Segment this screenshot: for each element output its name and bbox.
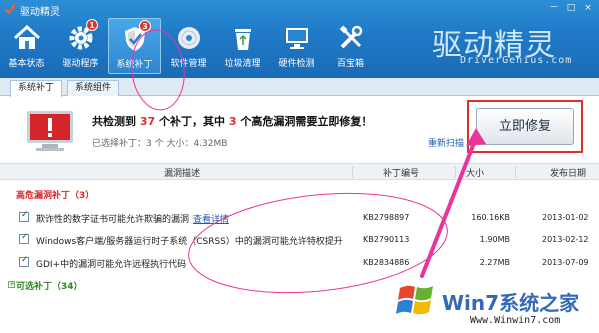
toolbar-item-toolbox[interactable]: 百宝箱	[324, 18, 377, 74]
maximize-button[interactable]: □	[564, 2, 578, 14]
toolbar-item-cleanup[interactable]: 垃圾清理	[216, 18, 269, 74]
row-checkbox[interactable]	[19, 210, 29, 222]
table-row[interactable]: Windows客户端/服务器运行时子系统（CSRSS）中的漏洞可能允许特权提升 …	[0, 229, 599, 251]
row-kb: KB2834886	[363, 258, 410, 267]
column-header-kb[interactable]: 补丁编号	[383, 166, 419, 179]
tab-system-components[interactable]: 系统组件	[67, 80, 120, 96]
row-date: 2013-01-02	[542, 213, 589, 222]
row-checkbox[interactable]	[19, 255, 29, 267]
tab-system-patch[interactable]: 系统补丁	[10, 80, 63, 97]
table-row[interactable]: GDI+中的漏洞可能允许远程执行代码 KB2834886 2.27MB 2013…	[0, 252, 599, 274]
column-divider	[455, 166, 456, 178]
table-header: 漏洞描述 补丁编号 大小 发布日期	[0, 163, 599, 180]
main-toolbar: 基本状态 1 驱动程序 3 系统补丁 软件管理 垃圾清理 硬件检测 百宝箱	[0, 18, 378, 76]
brand-site: DriverGenius.com	[460, 55, 573, 66]
tools-icon	[339, 25, 362, 49]
patch-count: 37	[139, 115, 156, 128]
row-date: 2013-02-12	[542, 235, 589, 244]
warning-monitor-icon	[27, 111, 73, 151]
disc-icon	[177, 27, 200, 49]
toolbar-label: 驱动程序	[62, 59, 99, 69]
row-kb: KB2798897	[363, 213, 410, 222]
fix-now-button[interactable]: 立即修复	[476, 108, 574, 145]
watermark-url: Www.Winwin7.com	[470, 315, 561, 326]
toolbar-label: 基本状态	[8, 59, 45, 69]
row-checkbox[interactable]	[19, 232, 29, 244]
recycle-bin-icon	[234, 29, 251, 50]
description-text: 欺诈性的数字证书可能允许欺骗的漏洞	[36, 215, 190, 225]
toolbar-label: 垃圾清理	[224, 59, 261, 69]
column-divider	[515, 166, 516, 178]
brand-logo: 驱动精灵 DriverGenius.com	[430, 20, 590, 72]
selected-info: 已选择补丁：3 个 大小：4.32MB	[92, 139, 228, 149]
toolbar-label: 软件管理	[170, 59, 207, 69]
column-header-date[interactable]: 发布日期	[550, 166, 586, 179]
window-controls: － □ ×	[547, 2, 595, 14]
home-icon	[13, 24, 40, 49]
toolbar-item-system-patch[interactable]: 3 系统补丁	[108, 18, 161, 74]
notification-badge: 3	[139, 20, 151, 32]
row-description: Windows客户端/服务器运行时子系统（CSRSS）中的漏洞可能允许特权提升	[36, 237, 343, 247]
close-button[interactable]: ×	[581, 2, 595, 14]
row-date: 2013-07-09	[542, 258, 589, 267]
minimize-button[interactable]: －	[547, 2, 561, 14]
expand-icon[interactable]: +	[8, 281, 15, 288]
toolbar-item-drivers[interactable]: 1 驱动程序	[54, 18, 107, 74]
notification-badge: 1	[86, 19, 98, 31]
row-description: 欺诈性的数字证书可能允许欺骗的漏洞 查看详情	[36, 212, 229, 225]
watermark-text: Win7系统之家	[442, 291, 580, 315]
headline-text: 共检测到	[92, 115, 136, 128]
toolbar-item-basic-status[interactable]: 基本状态	[0, 18, 53, 74]
toolbar-item-software[interactable]: 软件管理	[162, 18, 215, 74]
highlight-box: 立即修复	[467, 100, 583, 153]
table-row[interactable]: 欺诈性的数字证书可能允许欺骗的漏洞查看详情 KB2798897 160.16KB…	[0, 207, 599, 229]
rescan-link[interactable]: 重新扫描	[428, 136, 464, 149]
toolbar-label: 百宝箱	[336, 59, 364, 69]
toolbar-label: 硬件检测	[278, 59, 315, 69]
high-risk-count: 3	[228, 115, 237, 128]
optional-group-header[interactable]: 可选补丁（34）	[16, 279, 83, 292]
view-details-link[interactable]: 查看详情	[193, 215, 229, 225]
column-divider	[352, 166, 353, 178]
high-risk-group-header[interactable]: 高危漏洞补丁（3）	[16, 188, 94, 201]
column-header-size[interactable]: 大小	[466, 166, 484, 179]
row-size: 1.90MB	[479, 235, 510, 244]
row-description: GDI+中的漏洞可能允许远程执行代码	[36, 260, 187, 270]
row-size: 160.16KB	[471, 213, 510, 222]
toolbar-item-hardware[interactable]: 硬件检测	[270, 18, 323, 74]
row-kb: KB2790113	[363, 235, 410, 244]
scan-result-headline: 共检测到 37 个补丁，其中 3 个高危漏洞需要立即修复！	[92, 113, 372, 129]
title-bar: 驱动精灵 － □ × 基本状态 1 驱动程序 3 系统补丁 软件管理 垃圾清理 …	[0, 0, 599, 78]
column-header-description[interactable]: 漏洞描述	[164, 166, 200, 179]
app-logo-icon	[4, 3, 16, 15]
row-size: 2.27MB	[479, 258, 510, 267]
headline-text: 个补丁，其中	[159, 115, 225, 128]
app-title: 驱动精灵	[20, 7, 60, 18]
tab-bar: 系统补丁 系统组件	[0, 78, 599, 97]
toolbar-label: 系统补丁	[116, 60, 153, 70]
windows-logo-icon	[396, 285, 433, 315]
headline-text: 个高危漏洞需要立即修复！	[240, 115, 373, 128]
monitor-icon	[285, 28, 308, 49]
